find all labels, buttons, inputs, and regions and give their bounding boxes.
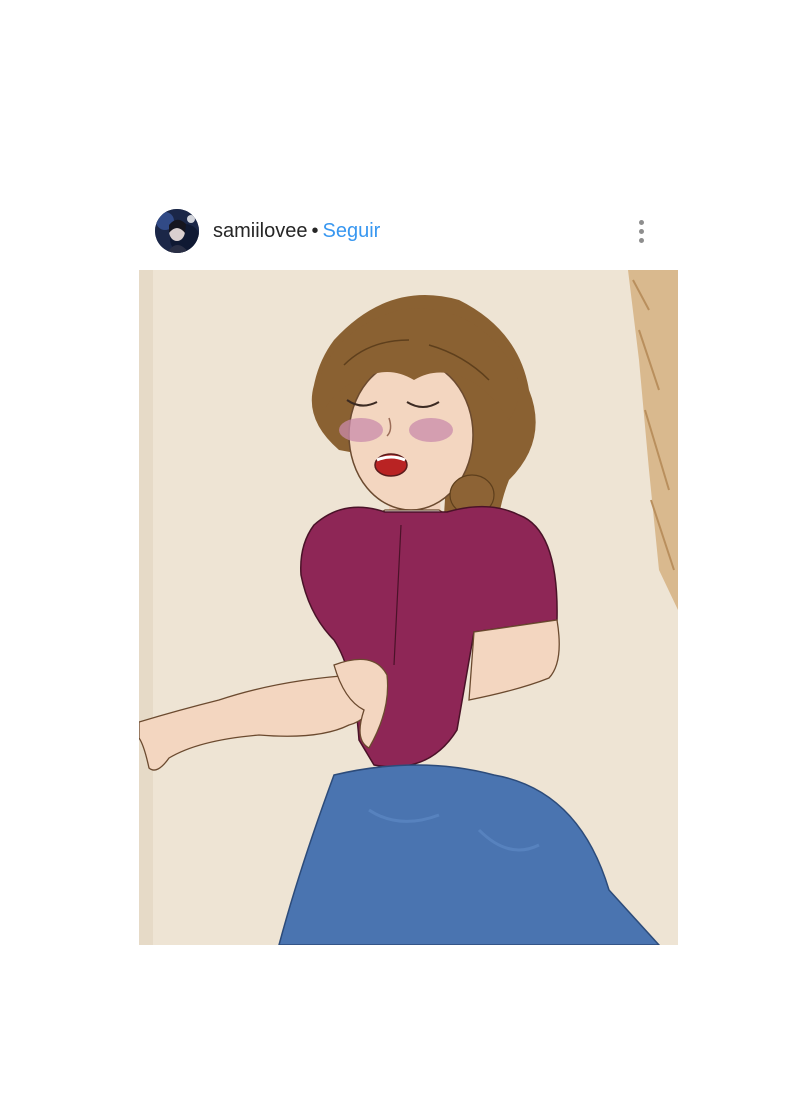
username-link[interactable]: samiilovee	[213, 220, 307, 242]
more-options-button[interactable]	[629, 215, 653, 247]
drawing-image	[139, 270, 678, 945]
post-header: samiilovee • Seguir	[155, 207, 655, 255]
follow-button[interactable]: Seguir	[323, 220, 381, 242]
user-line: samiilovee • Seguir	[213, 218, 380, 244]
avatar-image	[155, 209, 199, 253]
profile-avatar[interactable]	[155, 209, 199, 253]
post-photo[interactable]	[139, 270, 678, 945]
separator-dot: •	[311, 220, 319, 242]
